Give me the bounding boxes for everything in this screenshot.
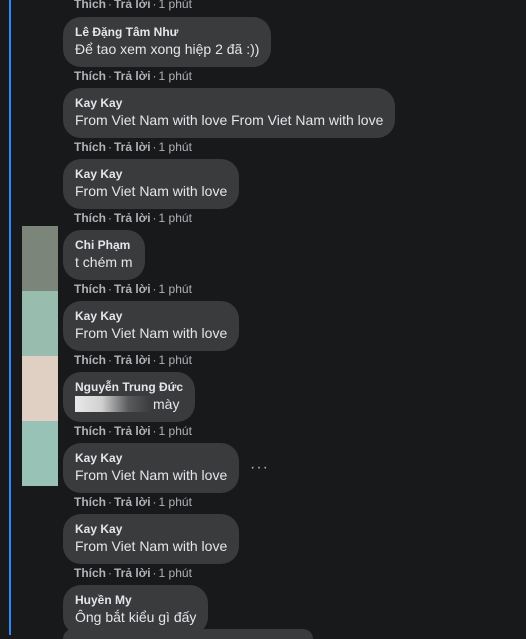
comment: Kay Kay From Viet Nam with love From Vie… <box>63 88 396 138</box>
comment-bubble: Chi Phạm t chém m <box>63 230 145 280</box>
timestamp[interactable]: 1 phút <box>159 0 192 11</box>
comment-text: From Viet Nam with love From Viet Nam wi… <box>75 112 384 128</box>
comment-actions: Thích · Trả lời · 1 phút <box>74 566 192 580</box>
comment: Chi Phạm t chém m <box>63 230 145 280</box>
reply-link[interactable]: Trả lời <box>114 0 151 11</box>
reply-link[interactable]: Trả lời <box>114 495 151 509</box>
comment-text: From Viet Nam with love <box>75 325 228 341</box>
like-link[interactable]: Thích <box>74 211 106 225</box>
comment-bubble: Kay Kay From Viet Nam with love <box>63 514 240 564</box>
comment-bubble: Kay Kay From Viet Nam with love <box>63 443 240 493</box>
comment-author[interactable]: Kay Kay <box>75 522 227 537</box>
comment-bubble: Kay Kay From Viet Nam with love <box>63 301 240 351</box>
next-comment-bubble <box>63 629 313 639</box>
comment-bubble: Nguyễn Trung Đức mày <box>63 372 196 422</box>
comment-actions: Thích · Trả lời · 1 phút <box>74 140 192 154</box>
comment-actions: Thích · Trả lời · 1 phút <box>74 353 192 367</box>
comment-actions: Thích · Trả lời · 1 phút <box>74 69 192 83</box>
like-link[interactable]: Thích <box>74 566 106 580</box>
thumbnail-frame <box>22 226 58 291</box>
comment-text: t chém m <box>75 254 133 270</box>
comment: Kay Kay From Viet Nam with love <box>63 159 240 209</box>
reply-link[interactable]: Trả lời <box>114 282 151 296</box>
like-link[interactable]: Thích <box>74 353 106 367</box>
timestamp[interactable]: 1 phút <box>159 140 192 154</box>
comment-text: Để tao xem xong hiệp 2 đã :)) <box>75 41 260 57</box>
like-link[interactable]: Thích <box>74 282 106 296</box>
comment-bubble: Kay Kay From Viet Nam with love From Vie… <box>63 88 396 138</box>
comment-author[interactable]: Kay Kay <box>75 96 383 111</box>
comment-text: From Viet Nam with love <box>75 467 228 483</box>
comment-bubble: Lê Đặng Tâm Như Để tao xem xong hiệp 2 đ… <box>63 17 272 67</box>
comment-author[interactable]: Chi Phạm <box>75 238 133 253</box>
comment-text: From Viet Nam with love <box>75 538 228 554</box>
comment: Kay Kay From Viet Nam with love <box>63 301 240 351</box>
thumbnail-frame <box>22 356 58 421</box>
comment-actions: Thích · Trả lời · 1 phút <box>74 495 192 509</box>
like-link[interactable]: Thích <box>74 69 106 83</box>
comment-actions: Thích · Trả lời · 1 phút <box>74 424 192 438</box>
comment: Kay Kay From Viet Nam with love <box>63 443 240 493</box>
like-link[interactable]: Thích <box>74 424 106 438</box>
comment-actions: Thích · Trả lời · 1 phút <box>74 282 192 296</box>
comment-text: mày <box>75 395 183 413</box>
comment-text: Ông bắt kiểu gì đấy <box>75 609 197 625</box>
comment-actions: Thích · Trả lời · 1 phút <box>74 0 192 11</box>
comment-author[interactable]: Nguyễn Trung Đức <box>75 380 183 395</box>
timestamp[interactable]: 1 phút <box>159 424 192 438</box>
comment: Nguyễn Trung Đức mày <box>63 372 196 422</box>
reply-link[interactable]: Trả lời <box>114 211 151 225</box>
comment: Lê Đặng Tâm Như Để tao xem xong hiệp 2 đ… <box>63 17 272 67</box>
timestamp[interactable]: 1 phút <box>159 282 192 296</box>
reply-link[interactable]: Trả lời <box>114 566 151 580</box>
thumbnail-frame <box>22 291 58 356</box>
reply-link[interactable]: Trả lời <box>114 424 151 438</box>
comment-text: From Viet Nam with love <box>75 183 228 199</box>
timestamp[interactable]: 1 phút <box>159 69 192 83</box>
more-options-icon[interactable]: ··· <box>250 459 269 477</box>
redacted-mention <box>75 396 151 412</box>
like-link[interactable]: Thích <box>74 0 106 11</box>
comment-bubble: Kay Kay From Viet Nam with love <box>63 159 240 209</box>
comment-author[interactable]: Huyền My <box>75 593 196 608</box>
comment-author[interactable]: Kay Kay <box>75 451 227 466</box>
thumbnail-frame <box>22 421 58 486</box>
timestamp[interactable]: 1 phút <box>159 495 192 509</box>
reply-link[interactable]: Trả lời <box>114 69 151 83</box>
timestamp[interactable]: 1 phút <box>159 353 192 367</box>
timestamp[interactable]: 1 phút <box>159 211 192 225</box>
comment: Kay Kay From Viet Nam with love <box>63 514 240 564</box>
thread-line <box>9 0 11 635</box>
comment-author[interactable]: Lê Đặng Tâm Như <box>75 25 259 40</box>
comment-author[interactable]: Kay Kay <box>75 309 227 324</box>
comment-bubble: Huyền My Ông bắt kiểu gì đấy <box>63 585 209 635</box>
reply-link[interactable]: Trả lời <box>114 353 151 367</box>
comment: Huyền My Ông bắt kiểu gì đấy <box>63 585 209 635</box>
comment-author[interactable]: Kay Kay <box>75 167 227 182</box>
timestamp[interactable]: 1 phút <box>159 566 192 580</box>
reply-link[interactable]: Trả lời <box>114 140 151 154</box>
like-link[interactable]: Thích <box>74 495 106 509</box>
video-thumbnail-strip <box>22 226 58 486</box>
comment-text-suffix: mày <box>153 396 180 412</box>
comment-actions: Thích · Trả lời · 1 phút <box>74 211 192 225</box>
like-link[interactable]: Thích <box>74 140 106 154</box>
